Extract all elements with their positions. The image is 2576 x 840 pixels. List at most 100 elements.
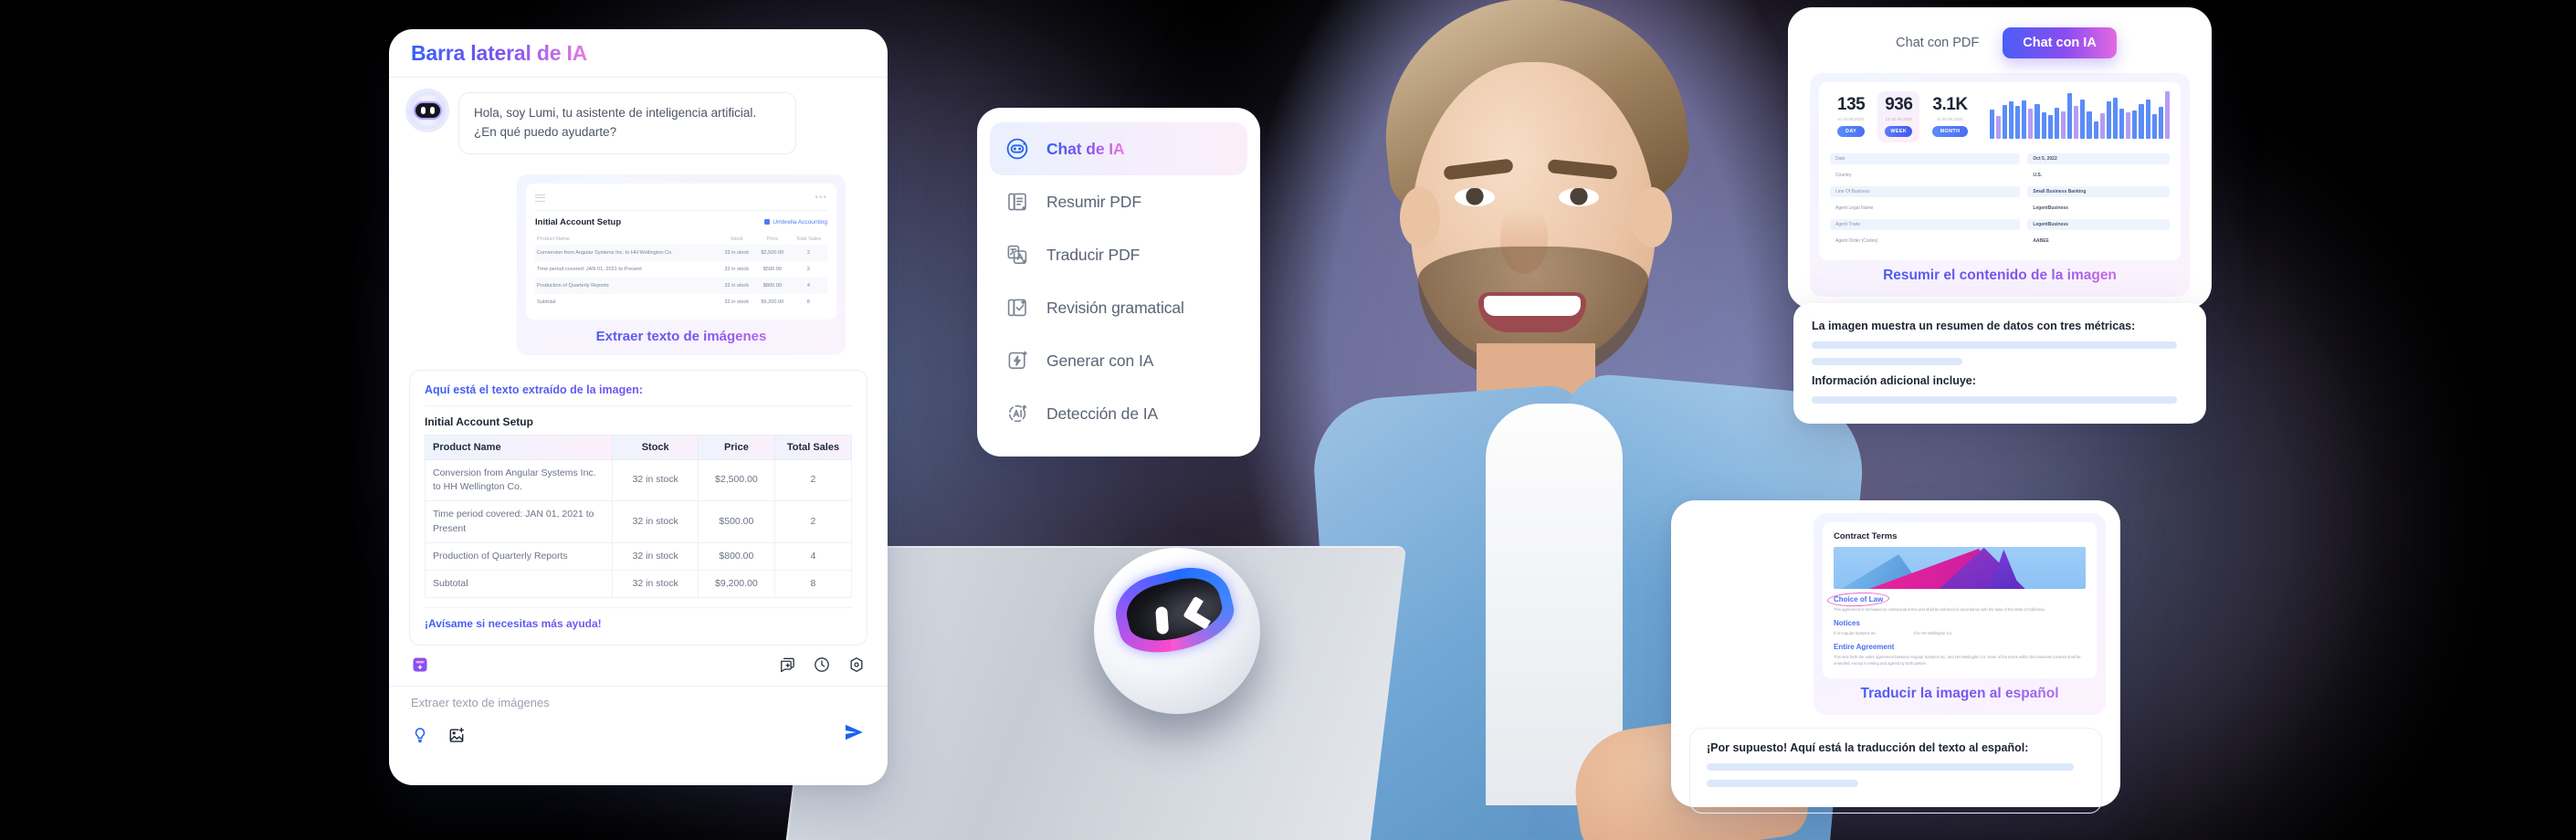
cell-stock: 32 in stock: [724, 249, 750, 256]
contract-hero-image: [1834, 547, 2086, 589]
settings-gear-icon[interactable]: [847, 656, 866, 674]
contract-screenshot-card[interactable]: Contract Terms Choice of Law This agreem…: [1814, 513, 2106, 715]
ear-left: [1400, 187, 1440, 247]
cell-stock: 32 in stock: [612, 500, 699, 543]
attachment-preview-card[interactable]: ••• Initial Account Setup Umbrella Accou…: [517, 173, 846, 355]
bar: [2002, 104, 2007, 139]
kpi-pill-day[interactable]: DAY: [1837, 126, 1866, 137]
new-chat-icon[interactable]: [778, 656, 796, 674]
translate-image-cta: Traducir la imagen al español: [1823, 678, 2097, 706]
send-icon[interactable]: [842, 720, 866, 749]
ear-right: [1632, 187, 1672, 247]
bar: [2054, 107, 2059, 139]
section-heading-entire-agreement: Entire Agreement: [1834, 643, 1895, 652]
kpi-month: 3.1K to 20.06.2020 MONTH: [1925, 91, 1974, 142]
kpi-pill-month[interactable]: MONTH: [1932, 126, 1968, 137]
summarize-image-cta: Resumir el contenido de la imagen: [1819, 260, 2181, 288]
cell-product: Production of Quarterly Reports: [537, 282, 609, 289]
menu-item-resumir-pdf[interactable]: Resumir PDF: [990, 175, 1247, 228]
brand-label: Umbrella Accounting: [773, 218, 827, 226]
cell-sales: 8: [773, 569, 853, 599]
orb-eye-right: [1183, 595, 1218, 630]
menu-item-generar-con-ia[interactable]: Generar con IA: [990, 334, 1247, 387]
clock-history-icon[interactable]: [813, 656, 831, 674]
cell-stock: 32 in stock: [612, 569, 699, 599]
generate-bolt-icon: [1004, 348, 1030, 373]
dashboard-screenshot-card[interactable]: 135 to 20.06.2020 DAY 936 14-20.06.2020 …: [1810, 73, 2190, 297]
attachment-title: Initial Account Setup: [535, 216, 622, 227]
composer[interactable]: Extraer texto de imágenes: [389, 687, 888, 765]
menu-item-label: Revisión gramatical: [1046, 298, 1184, 317]
placeholder-line: [1812, 358, 1962, 365]
table-row: Time period covered: JAN 01, 2021 to Pre…: [535, 261, 827, 278]
col-stock: Stock: [730, 236, 743, 242]
cell-product: Time period covered: JAN 01, 2021 to Pre…: [537, 266, 642, 272]
teeth: [1484, 296, 1581, 316]
table-row: Conversion from Angular Systems Inc. to …: [535, 244, 827, 261]
contract-title: Contract Terms: [1834, 531, 1898, 541]
kpi-pill-week[interactable]: WEEK: [1885, 126, 1913, 137]
row-label: Line Of Business: [1830, 186, 2021, 197]
row-label: Date: [1830, 153, 2021, 164]
attachment-rule: [535, 209, 827, 211]
tab-chat-con-ia[interactable]: Chat con IA: [2003, 27, 2117, 58]
bar: [2067, 93, 2073, 139]
composer-input[interactable]: Extraer texto de imágenes: [411, 696, 866, 709]
row-label: Agent Order (Codes): [1835, 238, 1878, 244]
orb-eye-left: [1155, 606, 1170, 635]
attachment-title-row: Initial Account Setup Umbrella Accountin…: [535, 217, 827, 227]
cell-sales: 8: [806, 299, 810, 305]
cell-stock: 32 in stock: [612, 458, 699, 502]
attachment-document: ••• Initial Account Setup Umbrella Accou…: [526, 183, 836, 320]
summary-line-1: La imagen muestra un resumen de datos co…: [1812, 320, 2136, 332]
table-header-row: Product Name Stock Price Total Sales: [535, 234, 827, 245]
kpi-value-month: 3.1K: [1932, 95, 1968, 114]
robot-icon: [1004, 136, 1030, 162]
table-header-row: Product Name Stock Price Total Sales: [424, 434, 853, 460]
orb-screen: [1120, 571, 1227, 649]
cell-price: $500.00: [697, 500, 775, 543]
attachment-cta-label: Extraer texto de imágenes: [526, 320, 836, 355]
menu-item-chat-de-ia[interactable]: Chat de IA: [990, 122, 1247, 175]
menu-burger-icon: [535, 194, 545, 202]
attachment-topbar: •••: [535, 191, 827, 205]
attachment-brand: Umbrella Accounting: [764, 219, 827, 226]
col-stock: Stock: [612, 434, 699, 460]
bar: [2164, 91, 2171, 139]
menu-item-label: Resumir PDF: [1046, 192, 1141, 211]
lightbulb-icon[interactable]: [411, 726, 429, 744]
grammar-check-icon: [1004, 295, 1030, 320]
lumi-mascot-orb: [1094, 548, 1260, 714]
bar: [2158, 106, 2163, 139]
translate-panel: Contract Terms Choice of Law This agreem…: [1671, 500, 2120, 814]
bar-chart: [1989, 91, 2171, 139]
composer-left-icons: [411, 726, 466, 744]
bar: [2060, 110, 2066, 139]
cell-stock: 32 in stock: [724, 299, 750, 305]
tab-chat-con-pdf[interactable]: Chat con PDF: [1883, 28, 1992, 58]
table-row: Production of Quarterly Reports 32 in st…: [424, 541, 853, 571]
page-title: Barra lateral de IA: [411, 40, 588, 65]
library-add-icon[interactable]: [411, 656, 429, 674]
cell-price: $2,500.00: [761, 249, 784, 256]
menu-item-traducir-pdf[interactable]: Traducir PDF: [990, 228, 1247, 281]
add-image-icon[interactable]: [447, 726, 466, 744]
menu-item-label: Detección de IA: [1046, 404, 1159, 423]
toolbar-left-group: [411, 656, 429, 674]
menu-item-deteccion-de-ia[interactable]: Detección de IA: [990, 387, 1247, 440]
kpi-value-week: 936: [1885, 95, 1913, 114]
row-value: Oct 5, 2022: [2027, 153, 2170, 164]
sidebar-header: Barra lateral de IA: [389, 29, 888, 77]
translation-answer-card: ¡Por supuesto! Aquí está la traducción d…: [1689, 727, 2102, 814]
cell-sales: 2: [806, 249, 810, 256]
bar: [2080, 100, 2086, 139]
menu-item-revision-gramatical[interactable]: Revisión gramatical: [990, 281, 1247, 334]
notices-left: If to Angular Systems Inc.: [1834, 631, 1877, 636]
notices-right: If to HH Wellington Co.: [1913, 631, 1952, 636]
col-total-sales: Total Sales: [795, 236, 822, 242]
chat-with-ai-panel: Chat con PDF Chat con IA 135 to 20.06.20…: [1788, 7, 2212, 309]
row-value: LegentBusiness: [2033, 205, 2068, 211]
row-label: Agent Legal Name: [1835, 205, 1874, 211]
extracted-table: Product Name Stock Price Total Sales Con…: [424, 434, 853, 599]
cell-price: $800.00: [697, 541, 775, 571]
